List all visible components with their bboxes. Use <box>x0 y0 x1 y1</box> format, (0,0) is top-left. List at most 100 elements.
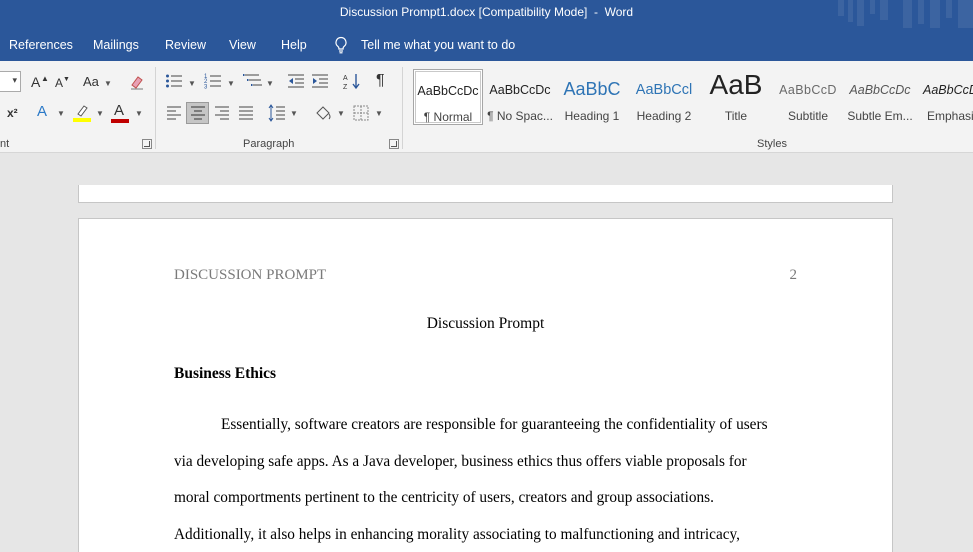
style-name: Title <box>724 109 748 123</box>
highlighter-icon[interactable] <box>72 102 92 122</box>
style-preview: AaB <box>709 69 763 100</box>
document-title: Discussion Prompt <box>426 315 545 332</box>
decrease-indent-icon[interactable] <box>287 73 305 89</box>
style-name: Heading 1 <box>564 109 620 123</box>
align-left-icon[interactable] <box>166 106 182 120</box>
style-preview: AaBbCcD <box>779 83 837 97</box>
show-formatting-marks-icon[interactable]: ¶ <box>376 73 385 89</box>
chevron-down-icon[interactable]: ▼ <box>266 79 274 88</box>
tab-help[interactable]: Help <box>281 38 307 52</box>
chevron-down-icon[interactable]: ▼ <box>96 109 104 118</box>
page-number: 2 <box>789 267 798 283</box>
tab-mailings[interactable]: Mailings <box>93 38 139 52</box>
chevron-down-icon[interactable]: ▼ <box>188 79 196 88</box>
change-case-button[interactable]: Aa <box>83 74 99 90</box>
multilevel-list-icon[interactable] <box>243 72 263 90</box>
body-text-line: Additionally, it also helps in enhancing… <box>174 526 740 543</box>
body-text-line: via developing safe apps. As a Java deve… <box>174 453 747 470</box>
style-preview: AaBbCcDc <box>849 83 911 97</box>
group-separator <box>402 67 403 149</box>
chevron-down-icon[interactable]: ▼ <box>227 79 235 88</box>
style-heading-1[interactable]: AaBbC Heading 1 <box>557 69 627 125</box>
ribbon: A ▲ A ▼ Aa ▼ x² A ▼ ▼ A ▼ nt ▼ 1 2 3 ▼ ▼ <box>0 61 973 153</box>
justify-icon[interactable] <box>238 106 254 120</box>
lightbulb-icon[interactable] <box>333 36 349 54</box>
text-effects-button[interactable]: A <box>37 104 47 120</box>
title-decoration <box>848 0 853 22</box>
svg-text:Z: Z <box>343 84 348 90</box>
tab-review[interactable]: Review <box>165 38 206 52</box>
tell-me-search[interactable]: Tell me what you want to do <box>361 38 515 52</box>
font-color-button[interactable]: A <box>114 103 124 119</box>
svg-text:A: A <box>343 75 348 82</box>
section-heading: Business Ethics <box>174 365 277 382</box>
highlight-color-swatch <box>73 118 91 122</box>
font-dialog-launcher-icon[interactable] <box>142 139 152 149</box>
chevron-down-icon[interactable]: ▼ <box>375 109 383 118</box>
style-heading-2[interactable]: AaBbCcl Heading 2 <box>629 69 699 125</box>
previous-page-bottom <box>78 185 893 203</box>
bullets-icon[interactable] <box>165 73 183 89</box>
title-decoration <box>903 0 912 28</box>
title-decoration <box>958 0 973 28</box>
align-center-icon <box>191 106 205 120</box>
font-color-swatch <box>111 119 129 123</box>
group-label-font: nt <box>0 138 10 150</box>
title-decoration <box>946 0 952 18</box>
style-preview: AaBbCcDc <box>417 84 479 98</box>
body-text-line: moral comportments pertinent to the cent… <box>174 489 714 506</box>
title-decoration <box>838 0 844 16</box>
title-bar: Discussion Prompt1.docx [Compatibility M… <box>0 0 973 28</box>
chevron-down-icon[interactable]: ▼ <box>290 109 298 118</box>
paragraph-dialog-launcher-icon[interactable] <box>389 139 399 149</box>
style-subtitle[interactable]: AaBbCcD Subtitle <box>773 69 843 125</box>
title-decoration <box>918 0 924 24</box>
align-right-icon[interactable] <box>214 106 230 120</box>
clear-formatting-icon[interactable] <box>128 73 146 91</box>
shading-icon[interactable] <box>313 103 333 123</box>
grow-font-caret-icon: ▲ <box>41 74 49 83</box>
line-spacing-icon[interactable] <box>268 104 286 122</box>
group-separator <box>155 67 156 149</box>
group-label-paragraph: Paragraph <box>243 138 295 150</box>
title-decoration <box>870 0 875 14</box>
chevron-down-icon[interactable]: ▼ <box>104 79 112 88</box>
title-decoration <box>930 0 940 28</box>
increase-indent-icon[interactable] <box>311 73 329 89</box>
style-preview: AaBbCcl <box>635 82 693 98</box>
chevron-down-icon[interactable]: ▼ <box>57 109 65 118</box>
styles-gallery: AaBbCcDc ¶ Normal AaBbCcDc ¶ No Spac... … <box>410 65 973 129</box>
borders-icon[interactable] <box>353 105 369 121</box>
style-subtle-emphasis[interactable]: AaBbCcDc Subtle Em... <box>845 69 915 125</box>
tab-view[interactable]: View <box>229 38 256 52</box>
chevron-down-icon[interactable]: ▼ <box>337 109 345 118</box>
grow-font-button[interactable]: A <box>31 74 40 90</box>
style-preview: AaBbCcDc <box>489 83 551 97</box>
style-no-spacing[interactable]: AaBbCcDc ¶ No Spac... <box>485 69 555 125</box>
shrink-font-button[interactable]: A <box>55 75 63 91</box>
style-name: Emphasis <box>927 109 973 123</box>
align-center-button[interactable] <box>186 102 209 124</box>
window-title: Discussion Prompt1.docx [Compatibility M… <box>339 5 634 19</box>
ribbon-tabs: References Mailings Review View Help Tel… <box>0 28 973 61</box>
font-size-dropdown[interactable] <box>0 71 21 92</box>
group-label-styles: Styles <box>757 138 787 150</box>
style-name: ¶ No Spac... <box>487 109 553 123</box>
style-name: ¶ Normal <box>423 110 473 124</box>
style-name: Heading 2 <box>636 109 692 123</box>
style-name: Subtitle <box>787 109 829 123</box>
title-decoration <box>857 0 864 26</box>
style-emphasis[interactable]: AaBbCcDc Emphasis <box>917 69 973 125</box>
shrink-font-caret-icon: ▼ <box>63 76 70 83</box>
sort-icon[interactable]: A Z <box>343 72 361 90</box>
chevron-down-icon[interactable]: ▼ <box>135 109 143 118</box>
style-normal[interactable]: AaBbCcDc ¶ Normal <box>413 69 483 125</box>
tab-references[interactable]: References <box>9 38 73 52</box>
style-preview: AaBbC <box>563 79 621 99</box>
body-text-line: Essentially, software creators are respo… <box>221 416 768 433</box>
style-title[interactable]: AaB Title <box>701 69 771 125</box>
document-page[interactable]: DISCUSSION PROMPT 2 Discussion Prompt Bu… <box>78 218 893 552</box>
svg-text:3: 3 <box>204 85 208 91</box>
numbering-icon[interactable]: 1 2 3 <box>204 72 222 90</box>
superscript-button[interactable]: x² <box>7 105 18 121</box>
